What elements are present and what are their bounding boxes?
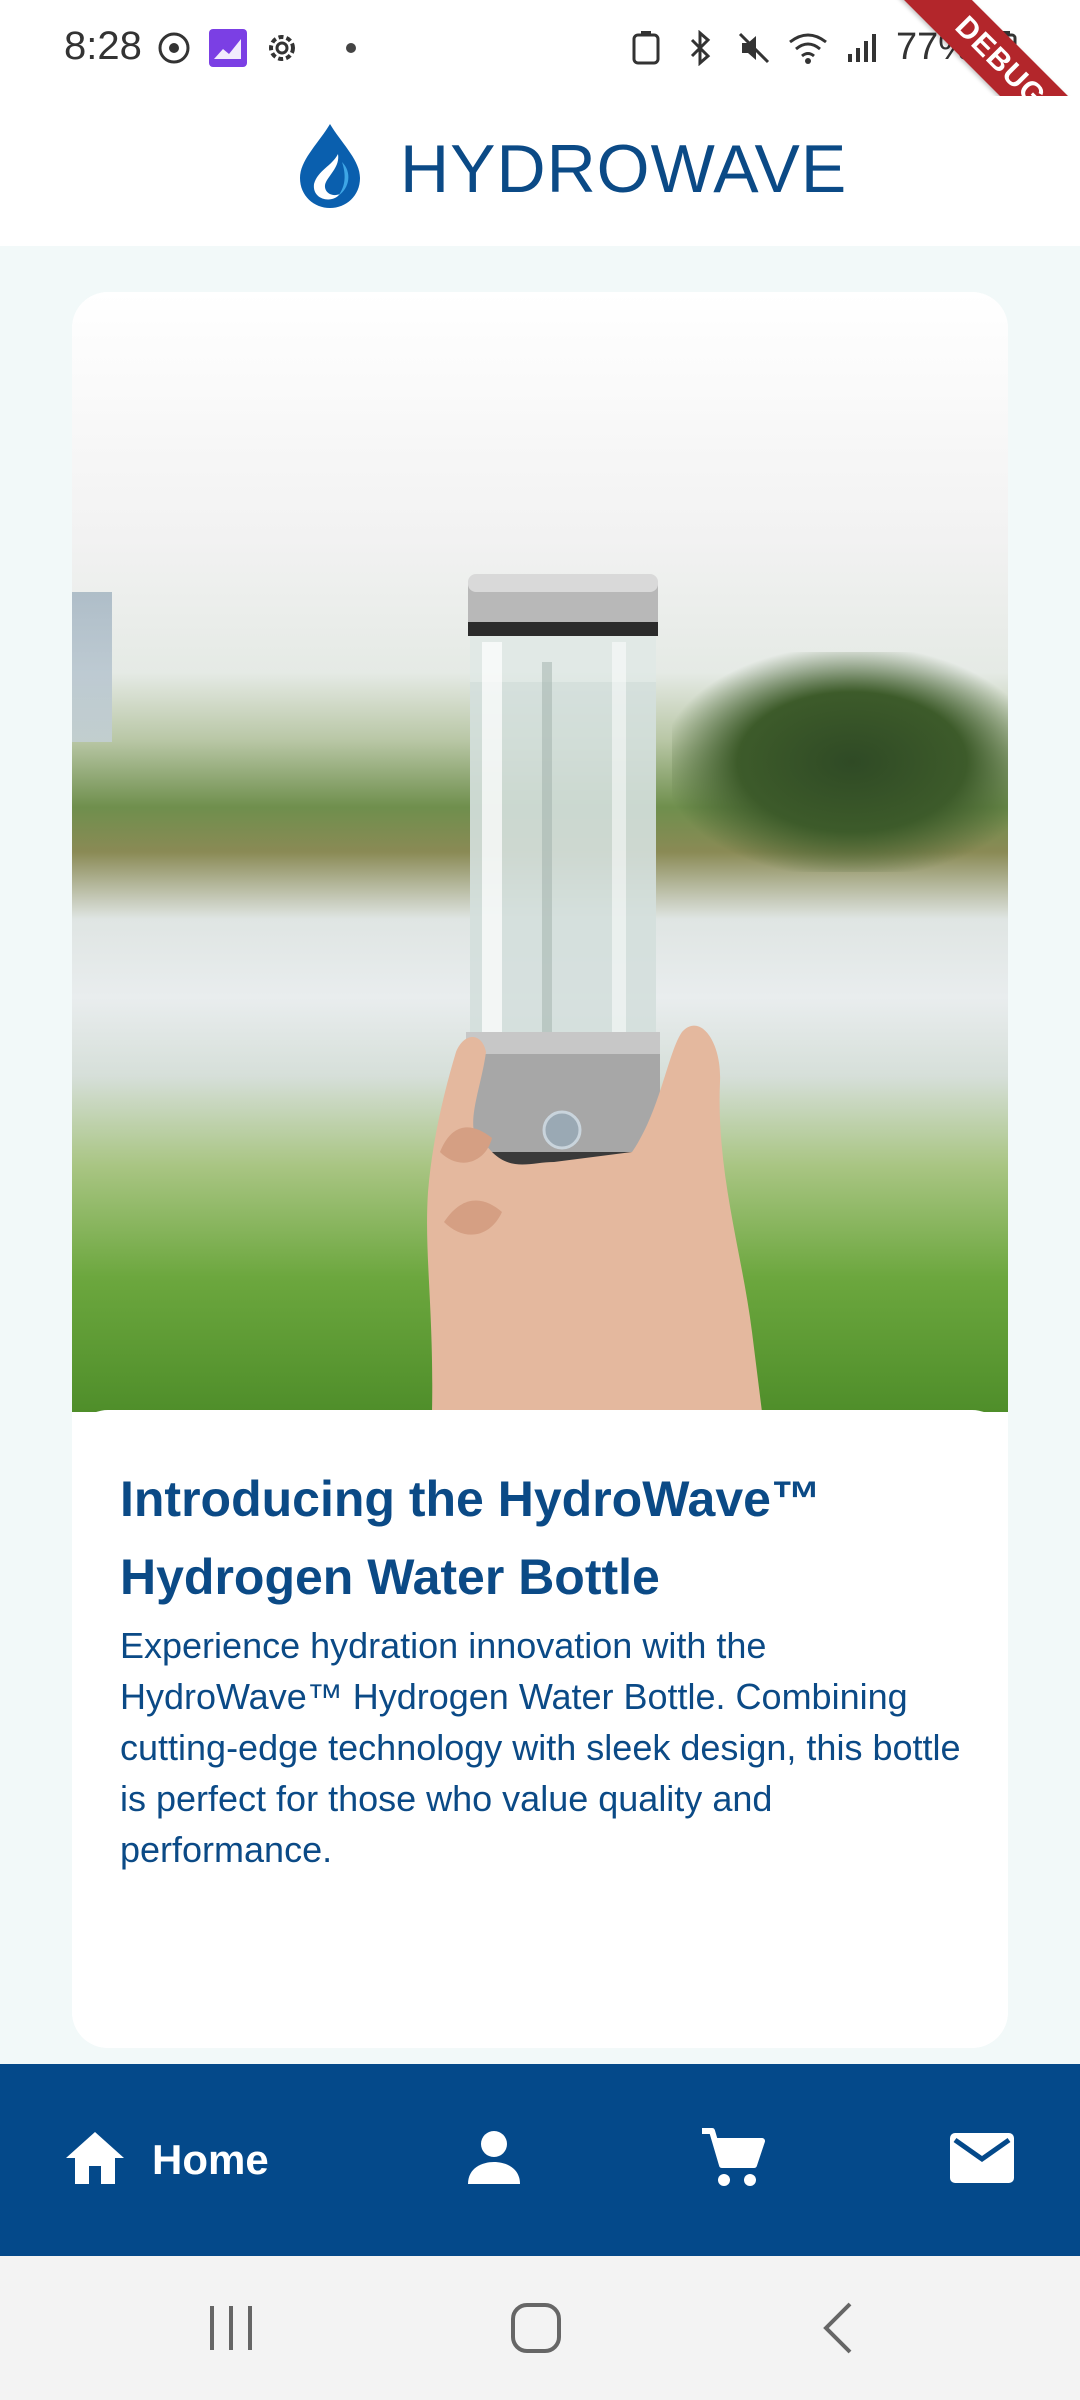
system-navigation-bar [0,2256,1080,2400]
settings-gear-icon [262,28,302,68]
nav-cart[interactable] [700,2064,766,2256]
nav-home[interactable]: Home [64,2064,269,2256]
chart-app-icon [208,28,248,68]
app-header: HYDROWAVE [0,96,1080,246]
home-button[interactable] [508,2300,564,2361]
nav-home-label: Home [152,2136,269,2183]
sync-icon [154,28,194,68]
water-drop-logo [296,122,364,215]
bottle-illustration [427,574,762,1412]
recents-button[interactable] [206,2300,256,2361]
back-button[interactable] [818,2300,858,2361]
battery-saver-icon [626,28,666,68]
card-content: Introducing the HydroWave™ Hydrogen Wate… [72,1410,1008,2048]
person-icon [464,2130,524,2191]
status-left-icons [154,28,356,68]
home-icon [64,2130,126,2191]
bottom-navigation: Home [0,2064,1080,2256]
mail-icon [950,2132,1014,2188]
wifi-icon [788,28,828,68]
brand: HYDROWAVE [296,122,847,215]
card-description: Experience hydration innovation with the… [120,1625,961,1870]
nav-mail[interactable] [950,2064,1014,2256]
hydrogen-water-bottle-photo [72,292,1008,1412]
product-card[interactable]: Introducing the HydroWave™ Hydrogen Wate… [72,292,1008,2048]
mute-icon [734,28,774,68]
nav-profile[interactable] [464,2064,524,2256]
signal-icon [842,28,882,68]
app-title: HYDROWAVE [400,130,848,207]
status-time: 8:28 [64,24,142,68]
bluetooth-icon [680,28,720,68]
card-headline: Introducing the HydroWave™ Hydrogen Wate… [120,1471,821,1605]
notification-dot [346,43,356,53]
cart-icon [700,2127,766,2194]
